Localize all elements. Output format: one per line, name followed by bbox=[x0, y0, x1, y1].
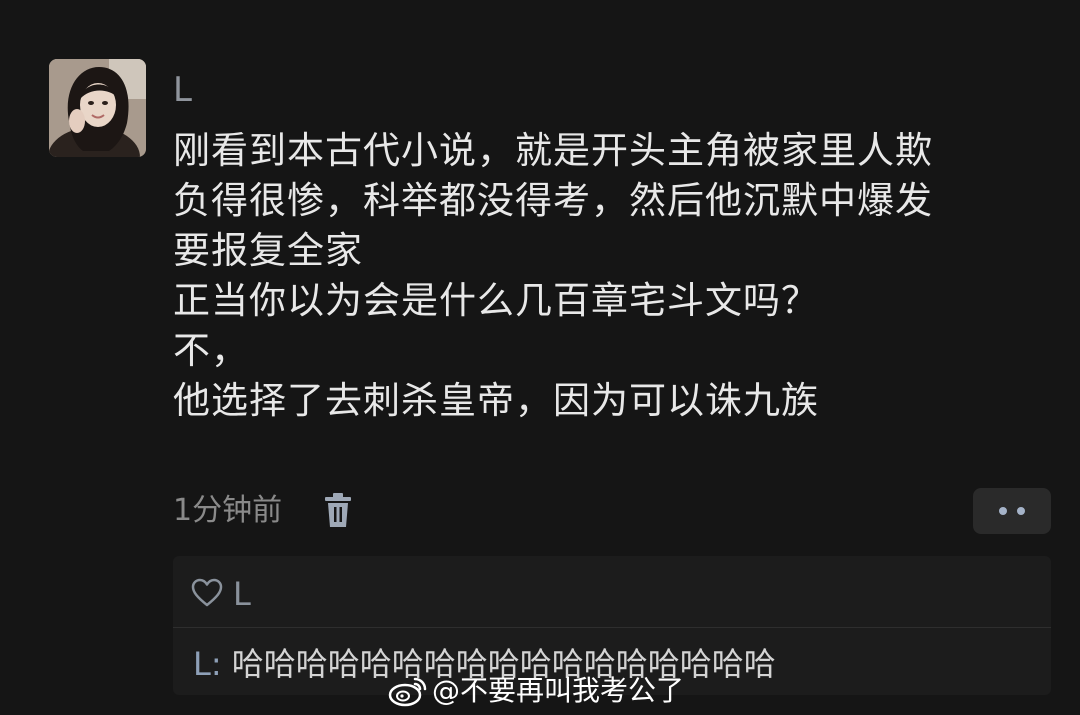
more-icon bbox=[999, 507, 1007, 515]
liked-by-names[interactable]: L bbox=[233, 574, 251, 614]
more-button[interactable] bbox=[973, 488, 1051, 534]
divider bbox=[173, 627, 1051, 628]
comment-text-line: 不， bbox=[173, 329, 249, 372]
comment-screen: L 刚看到本古代小说，就是开头主角被家里人欺 负得很惨，科举都没得考，然后他沉默… bbox=[0, 0, 1080, 715]
reply-author[interactable]: L: bbox=[193, 645, 222, 683]
comment-text-line: 正当你以为会是什么几百章宅斗文吗？ bbox=[173, 279, 819, 322]
trash-icon[interactable] bbox=[322, 493, 354, 529]
comment-text: 刚看到本古代小说，就是开头主角被家里人欺 负得很惨，科举都没得考，然后他沉默中爆… bbox=[173, 126, 1033, 426]
avatar[interactable] bbox=[49, 59, 146, 157]
comment-text-line: 他选择了去刺杀皇帝，因为可以诛九族 bbox=[173, 379, 819, 422]
comment-text-line: 刚看到本古代小说，就是开头主角被家里人欺 bbox=[173, 129, 933, 172]
watermark-text: @不要再叫我考公了 bbox=[432, 674, 685, 707]
avatar-photo bbox=[49, 59, 146, 157]
comment-text-line: 负得很惨，科举都没得考，然后他沉默中爆发 bbox=[173, 179, 933, 222]
comment-text-line: 要报复全家 bbox=[173, 229, 363, 272]
more-icon bbox=[1017, 507, 1025, 515]
weibo-icon bbox=[388, 677, 427, 707]
comment-username[interactable]: L bbox=[173, 70, 192, 110]
comment-timestamp: 1分钟前 bbox=[173, 493, 283, 528]
heart-icon[interactable] bbox=[191, 578, 223, 608]
